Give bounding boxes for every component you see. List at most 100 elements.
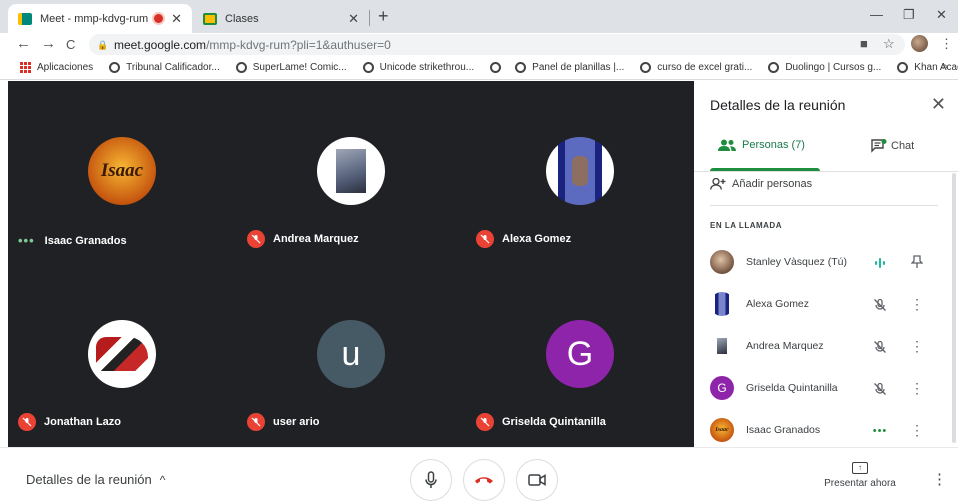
- recording-indicator-icon: [154, 14, 164, 23]
- participant-name-label: Andrea Marquez: [247, 230, 359, 248]
- bookmark-item[interactable]: Tribunal Calificador...: [109, 62, 220, 73]
- tab-chat[interactable]: Chat: [871, 139, 914, 153]
- participant-name-label: Griselda Quintanilla: [476, 413, 606, 431]
- list-item[interactable]: Isaac Isaac Granados ••• ⋮: [694, 409, 958, 451]
- tab-meet[interactable]: Meet - mmp-kdvg-rum ✕: [8, 4, 192, 33]
- close-tab-icon[interactable]: ✕: [348, 11, 359, 27]
- tab-divider: [369, 10, 370, 26]
- audio-level-icon: [872, 255, 888, 271]
- bookmark-item[interactable]: curso de excel grati...: [640, 62, 752, 73]
- url-host: meet.google.com: [114, 37, 207, 52]
- participant-tile[interactable]: Jonathan Lazo: [8, 264, 236, 447]
- bookmark-star-icon[interactable]: ☆: [883, 36, 895, 52]
- reload-button[interactable]: C: [66, 37, 75, 52]
- bookmarks-overflow-button[interactable]: »: [942, 61, 948, 73]
- minimize-button[interactable]: —: [870, 7, 883, 22]
- mic-off-icon: [872, 339, 888, 355]
- bookmark-item[interactable]: [490, 62, 507, 73]
- browser-menu-icon[interactable]: ⋮: [940, 36, 953, 52]
- list-item[interactable]: Andrea Marquez ⋮: [694, 325, 958, 367]
- bookmark-item[interactable]: Unicode strikethrou...: [362, 62, 474, 73]
- mic-off-icon: [247, 413, 265, 431]
- close-tab-icon[interactable]: ✕: [171, 11, 182, 27]
- tab-clases[interactable]: Clases ✕: [193, 4, 369, 33]
- avatar: Isaac: [88, 137, 156, 205]
- url-path: /mmp-kdvg-rum?pli=1&authuser=0: [206, 37, 391, 52]
- apps-grid-icon: [20, 62, 31, 73]
- profile-avatar[interactable]: [911, 35, 928, 52]
- new-tab-button[interactable]: +: [378, 6, 389, 27]
- chevron-up-icon: ^: [159, 472, 166, 487]
- browser-tab-strip: Meet - mmp-kdvg-rum ✕ Clases ✕ + — ❐ ✕: [0, 0, 958, 33]
- camera-icon[interactable]: ■: [860, 36, 868, 51]
- bookmark-item[interactable]: Khan Academy: [897, 62, 958, 73]
- meeting-details-panel: Detalles de la reunión ✕ Personas (7) Ch…: [694, 81, 958, 447]
- pin-icon[interactable]: [910, 253, 924, 271]
- participant-name-label: ••• Isaac Granados: [18, 233, 127, 248]
- participant-tile[interactable]: Isaac ••• Isaac Granados: [8, 81, 236, 264]
- tab-people[interactable]: Personas (7): [718, 139, 805, 151]
- bookmark-apps[interactable]: Aplicaciones: [20, 62, 93, 73]
- present-screen-icon: ↑: [852, 462, 868, 474]
- avatar: [710, 334, 734, 358]
- back-button[interactable]: ←: [16, 35, 31, 52]
- divider: [694, 171, 958, 172]
- more-options-icon[interactable]: ⋮: [910, 337, 924, 355]
- panel-scrollbar[interactable]: [952, 173, 956, 443]
- present-now-button[interactable]: ↑ Presentar ahora: [818, 462, 902, 489]
- url-input[interactable]: 🔒 meet.google.com/mmp-kdvg-rum?pli=1&aut…: [89, 34, 905, 55]
- address-bar-row: ← → C 🔒 meet.google.com/mmp-kdvg-rum?pli…: [0, 33, 958, 56]
- camera-button[interactable]: [516, 459, 558, 501]
- avatar: [710, 292, 734, 316]
- restore-button[interactable]: ❐: [903, 7, 915, 23]
- speaking-dots-icon: •••: [872, 425, 888, 437]
- avatar: [88, 320, 156, 388]
- people-icon: [718, 139, 736, 151]
- avatar: [710, 250, 734, 274]
- hang-up-button[interactable]: [463, 459, 505, 501]
- avatar: [317, 137, 385, 205]
- close-panel-button[interactable]: ✕: [931, 94, 946, 115]
- participant-tile[interactable]: G Griselda Quintanilla: [466, 264, 694, 447]
- bookmark-item[interactable]: SuperLame! Comic...: [235, 62, 347, 73]
- globe-icon: [515, 62, 527, 73]
- list-item[interactable]: Alexa Gomez ⋮: [694, 283, 958, 325]
- mic-off-icon: [247, 230, 265, 248]
- mic-off-icon: [18, 413, 36, 431]
- meeting-controls-bar: Detalles de la reunión ^ ↑ Presentar aho…: [0, 447, 958, 501]
- bookmark-item[interactable]: Panel de planillas |...: [515, 62, 624, 73]
- globe-icon: [897, 62, 909, 73]
- forward-button[interactable]: →: [41, 35, 56, 52]
- tab-title: Meet - mmp-kdvg-rum: [40, 12, 149, 25]
- globe-icon: [640, 62, 652, 73]
- avatar: Isaac: [710, 418, 734, 442]
- avatar: G: [710, 376, 734, 400]
- list-item[interactable]: G Griselda Quintanilla ⋮: [694, 367, 958, 409]
- participant-list: Stanley Vàsquez (Tú) Alexa Gomez ⋮ Andre…: [694, 241, 958, 451]
- more-options-icon[interactable]: ⋮: [910, 421, 924, 439]
- globe-icon: [490, 62, 502, 73]
- participant-tile[interactable]: u user ario: [237, 264, 465, 447]
- panel-title: Detalles de la reunión: [710, 97, 846, 113]
- hang-up-icon: [475, 477, 493, 484]
- more-options-icon[interactable]: ⋮: [932, 470, 947, 488]
- avatar: G: [546, 320, 614, 388]
- participant-tile[interactable]: Alexa Gomez: [466, 81, 694, 264]
- mic-off-icon: [872, 297, 888, 313]
- meeting-details-button[interactable]: Detalles de la reunión ^: [26, 472, 165, 487]
- participant-tile[interactable]: Andrea Marquez: [237, 81, 465, 264]
- add-people-button[interactable]: Añadir personas: [710, 178, 812, 190]
- speaking-dots-icon: •••: [18, 233, 35, 248]
- close-window-button[interactable]: ✕: [936, 7, 947, 23]
- bookmark-item[interactable]: Duolingo | Cursos g...: [768, 62, 881, 73]
- video-camera-icon: [528, 474, 546, 486]
- microphone-button[interactable]: [410, 459, 452, 501]
- more-options-icon[interactable]: ⋮: [910, 295, 924, 313]
- list-item[interactable]: Stanley Vàsquez (Tú): [694, 241, 958, 283]
- participant-name-label: Jonathan Lazo: [18, 413, 121, 431]
- participant-name-label: Alexa Gomez: [476, 230, 571, 248]
- mic-off-icon: [476, 413, 494, 431]
- globe-icon: [109, 62, 121, 73]
- more-options-icon[interactable]: ⋮: [910, 379, 924, 397]
- avatar: [546, 137, 614, 205]
